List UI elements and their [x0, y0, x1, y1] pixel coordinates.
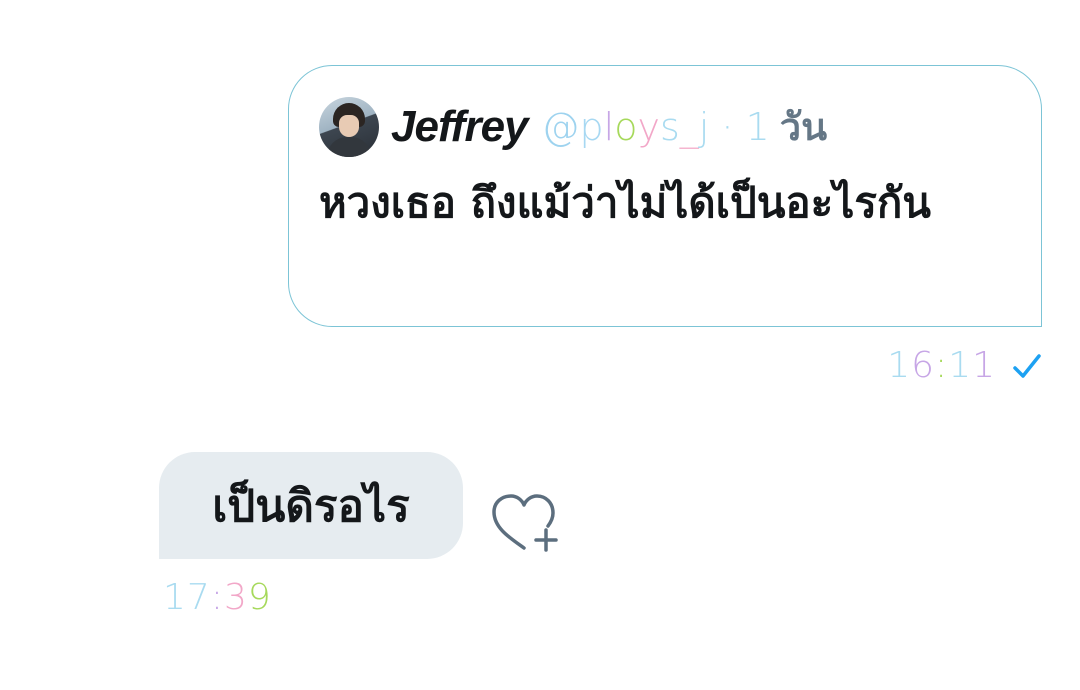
separator: · — [709, 105, 746, 149]
sent-message-meta: 16:11 — [887, 345, 1042, 386]
received-message-text: เป็นดิรอไร — [212, 480, 410, 532]
sent-time-char: 6 — [911, 345, 936, 386]
handle-char: j — [698, 105, 710, 149]
recv-time-char: 1 — [163, 577, 187, 618]
quoted-tweet-header: Jeffrey @ploys_j · 1 วัน — [319, 96, 827, 157]
received-message-bubble[interactable]: เป็นดิรอไร — [159, 452, 463, 559]
user-handle: @ploys_j · 1 วัน — [542, 96, 828, 157]
handle-text: @ploys_j — [542, 105, 710, 149]
heart-plus-icon[interactable] — [490, 492, 562, 556]
received-message-meta: 17:39 — [163, 577, 272, 618]
quoted-tweet-card[interactable]: Jeffrey @ploys_j · 1 วัน หวงเธอ ถึงแม้ว่า… — [288, 65, 1042, 327]
handle-char: _ — [679, 105, 699, 149]
handle-char: @ — [541, 105, 580, 149]
sent-time-char: 1 — [972, 345, 996, 386]
handle-char: p — [579, 105, 604, 149]
tweet-age-number: 1 — [745, 105, 770, 149]
handle-char: y — [637, 105, 660, 149]
sent-time-char: : — [935, 345, 949, 386]
sent-timestamp: 16:11 — [887, 345, 996, 386]
recv-time-char: 9 — [247, 577, 272, 618]
display-name: Jeffrey — [391, 101, 529, 151]
received-timestamp: 17:39 — [163, 577, 272, 618]
recv-time-char: 7 — [186, 577, 211, 618]
avatar[interactable] — [319, 96, 379, 157]
check-icon — [1013, 353, 1041, 378]
sent-time-char: 1 — [887, 345, 912, 386]
sent-time-char: 1 — [948, 345, 973, 386]
quoted-tweet-text: หวงเธอ ถึงแม้ว่าไม่ได้เป็นอะไรกัน — [319, 178, 932, 227]
handle-char: l — [603, 105, 615, 149]
recv-time-char: : — [210, 577, 224, 618]
recv-time-char: 3 — [223, 577, 248, 618]
handle-char: o — [614, 105, 638, 149]
tweet-age-unit: วัน — [779, 105, 828, 149]
handle-char: s — [659, 105, 680, 149]
